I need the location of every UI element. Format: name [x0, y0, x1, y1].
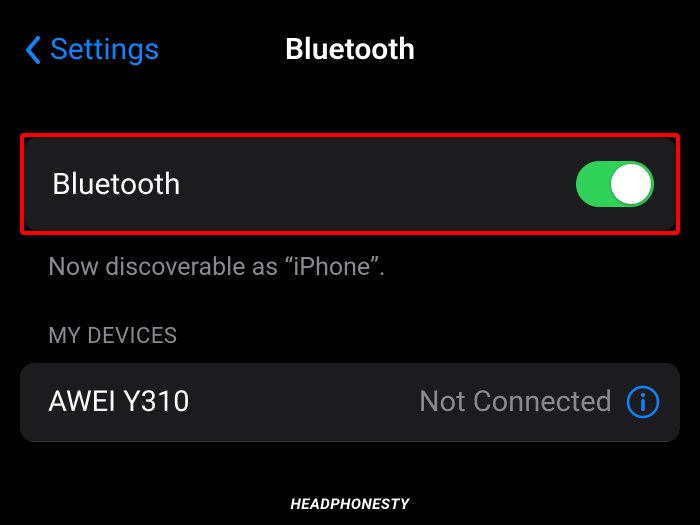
info-icon[interactable] [626, 385, 660, 419]
device-row[interactable]: AWEI Y310 Not Connected [20, 363, 680, 442]
discoverable-status: Now discoverable as “iPhone”. [20, 235, 680, 282]
device-list: AWEI Y310 Not Connected [20, 363, 680, 442]
back-label: Settings [50, 32, 160, 67]
bluetooth-label: Bluetooth [52, 167, 181, 202]
page-title: Bluetooth [285, 32, 415, 67]
highlight-annotation: Bluetooth [20, 133, 680, 235]
device-name: AWEI Y310 [48, 385, 190, 419]
bluetooth-setting-row[interactable]: Bluetooth [24, 137, 676, 231]
watermark: HEADPHONESTY [291, 495, 410, 513]
chevron-left-icon [24, 35, 42, 65]
back-button[interactable]: Settings [24, 32, 160, 67]
my-devices-header: MY DEVICES [20, 282, 680, 363]
content-area: Bluetooth Now discoverable as “iPhone”. … [0, 85, 700, 442]
device-status: Not Connected [419, 385, 612, 419]
bluetooth-toggle[interactable] [576, 161, 654, 207]
header: Settings Bluetooth [0, 0, 700, 85]
device-row-right: Not Connected [419, 385, 660, 419]
toggle-knob [611, 164, 651, 204]
